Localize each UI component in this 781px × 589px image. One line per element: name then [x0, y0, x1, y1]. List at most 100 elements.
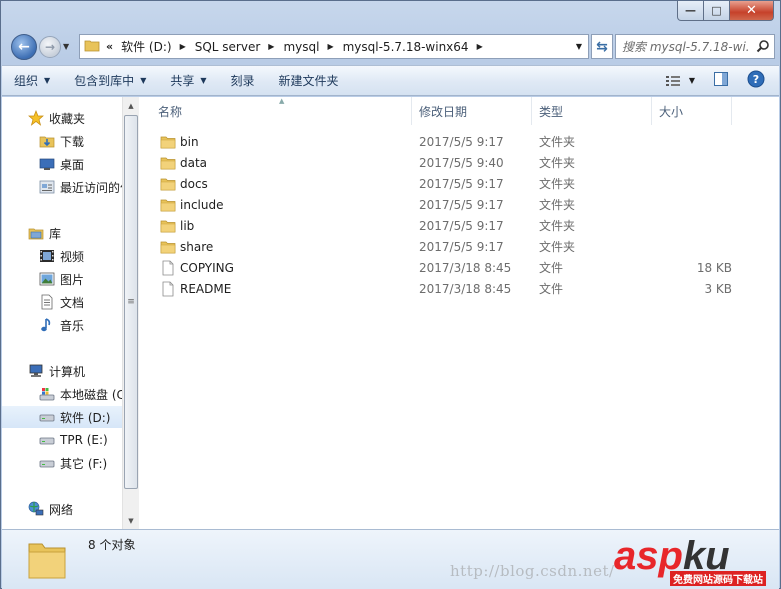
organize-button[interactable]: 组织 ▼: [2, 66, 62, 95]
history-dropdown-icon[interactable]: ▼: [63, 42, 69, 51]
change-view-button[interactable]: ▼: [665, 74, 695, 88]
breadcrumb-drive[interactable]: 软件 (D:) ▶: [121, 35, 195, 58]
maximize-button[interactable]: □: [704, 1, 730, 21]
file-name: data: [180, 155, 208, 170]
nav-recent[interactable]: 最近访问的位置: [2, 176, 122, 198]
nav-label: TPR (E:): [60, 433, 108, 447]
search-box[interactable]: [615, 34, 775, 59]
address-overflow-icon[interactable]: «: [106, 40, 113, 53]
minimize-button[interactable]: —: [677, 1, 704, 21]
new-folder-button[interactable]: 新建文件夹: [267, 66, 351, 95]
nav-videos[interactable]: 视频: [2, 245, 122, 267]
scroll-down-icon[interactable]: ▼: [123, 512, 139, 529]
file-row[interactable]: data 2017/5/5 9:40 文件夹: [144, 152, 779, 173]
organize-label: 组织: [14, 74, 39, 88]
close-button[interactable]: ✕: [730, 1, 774, 21]
file-type: 文件夹: [539, 177, 576, 191]
include-in-library-label: 包含到库中: [74, 74, 135, 88]
file-name-cell[interactable]: docs: [144, 176, 412, 192]
file-row[interactable]: lib 2017/5/5 9:17 文件夹: [144, 215, 779, 236]
search-icon[interactable]: [756, 39, 770, 56]
help-button[interactable]: ?: [747, 70, 765, 91]
file-name-cell[interactable]: README: [144, 281, 412, 297]
share-button[interactable]: 共享 ▼: [158, 66, 218, 95]
scroll-up-icon[interactable]: ▲: [123, 97, 139, 114]
column-header-date[interactable]: 修改日期: [412, 97, 532, 125]
nav-network[interactable]: 网络: [2, 498, 122, 520]
file-name-cell[interactable]: lib: [144, 218, 412, 234]
chevron-right-icon[interactable]: ▶: [327, 42, 333, 51]
new-folder-label: 新建文件夹: [278, 74, 339, 88]
burn-label: 刻录: [230, 74, 255, 88]
item-count: 8 个对象: [88, 538, 136, 552]
chevron-right-icon[interactable]: ▶: [477, 42, 483, 51]
column-header-type[interactable]: 类型: [532, 97, 652, 125]
file-date: 2017/3/18 8:45: [419, 281, 512, 296]
nav-desktop[interactable]: 桌面: [2, 153, 122, 175]
include-in-library-button[interactable]: 包含到库中 ▼: [62, 66, 158, 95]
breadcrumb-sql-server[interactable]: SQL server ▶: [195, 35, 284, 58]
file-row[interactable]: README 2017/3/18 8:45 文件 3 KB: [144, 278, 779, 299]
nav-local-disk-c[interactable]: 本地磁盘 (C:): [2, 383, 122, 405]
nav-label: 软件 (D:): [60, 410, 111, 425]
nav-label: 文档: [60, 295, 85, 310]
nav-drive-e[interactable]: TPR (E:): [2, 429, 122, 451]
nav-favorites[interactable]: 收藏夹: [2, 107, 122, 129]
file-row[interactable]: docs 2017/5/5 9:17 文件夹: [144, 173, 779, 194]
nav-downloads[interactable]: 下载: [2, 130, 122, 152]
burn-button[interactable]: 刻录: [219, 66, 267, 95]
nav-documents[interactable]: 文档: [2, 291, 122, 313]
nav-label: 音乐: [60, 318, 85, 333]
watermark-text: http://blog.csdn.net/: [450, 562, 615, 580]
refresh-icon: ⇆: [596, 38, 608, 55]
navigation-bar: ← → ▼ « 软件 (D:) ▶ SQL server ▶ mysql ▶ mysq…: [9, 32, 775, 60]
chevron-down-icon[interactable]: ▼: [689, 76, 695, 85]
back-arrow-icon: ←: [18, 39, 30, 55]
file-name-cell[interactable]: include: [144, 197, 412, 213]
column-header-size[interactable]: 大小: [652, 97, 732, 125]
file-size: 3 KB: [704, 281, 732, 296]
refresh-button[interactable]: ⇆: [591, 34, 613, 59]
back-button[interactable]: ←: [11, 34, 37, 60]
file-row[interactable]: include 2017/5/5 9:17 文件夹: [144, 194, 779, 215]
chevron-right-icon[interactable]: ▶: [268, 42, 274, 51]
chevron-down-icon: ▼: [140, 76, 147, 85]
file-name-cell[interactable]: share: [144, 239, 412, 255]
file-row[interactable]: COPYING 2017/3/18 8:45 文件 18 KB: [144, 257, 779, 278]
search-input[interactable]: [622, 39, 750, 54]
file-name: README: [180, 281, 232, 296]
breadcrumb-mysql[interactable]: mysql ▶: [283, 35, 342, 58]
details-view-icon: [665, 75, 680, 86]
file-name: share: [180, 239, 214, 254]
nav-label: 本地磁盘 (C:): [60, 387, 122, 402]
file-name: docs: [180, 176, 208, 191]
navigation-scrollbar[interactable]: ▲ ≡ ▼: [122, 97, 139, 529]
file-name-cell[interactable]: data: [144, 155, 412, 171]
chevron-right-icon[interactable]: ▶: [180, 42, 186, 51]
column-header-name[interactable]: 名称 ▲: [144, 97, 412, 125]
file-row[interactable]: bin 2017/5/5 9:17 文件夹: [144, 131, 779, 152]
content-area: 收藏夹 下载 桌面 最近访问的位置 库 视频: [2, 97, 779, 529]
nav-label: 桌面: [60, 157, 85, 172]
nav-drive-f[interactable]: 其它 (F:): [2, 452, 122, 474]
pane-splitter[interactable]: [139, 97, 143, 529]
nav-label: 最近访问的位置: [60, 180, 122, 195]
nav-computer[interactable]: 计算机: [2, 360, 122, 382]
preview-pane-button[interactable]: [713, 71, 729, 90]
sort-ascending-icon: ▲: [279, 97, 285, 105]
toolbar-right-group: ▼ ?: [665, 66, 765, 95]
forward-arrow-icon: →: [44, 40, 56, 54]
column-label: 名称: [158, 104, 183, 119]
forward-button[interactable]: →: [39, 36, 61, 58]
scrollbar-thumb[interactable]: ≡: [124, 115, 138, 489]
address-bar[interactable]: « 软件 (D:) ▶ SQL server ▶ mysql ▶ mysql-5.7.…: [79, 34, 589, 59]
nav-music[interactable]: 音乐: [2, 314, 122, 336]
address-dropdown-icon[interactable]: ▼: [576, 42, 582, 51]
file-name-cell[interactable]: bin: [144, 134, 412, 150]
breadcrumb-mysql-version[interactable]: mysql-5.7.18-winx64 ▶: [343, 35, 492, 58]
nav-pictures[interactable]: 图片: [2, 268, 122, 290]
file-row[interactable]: share 2017/5/5 9:17 文件夹: [144, 236, 779, 257]
file-name-cell[interactable]: COPYING: [144, 260, 412, 276]
nav-libraries[interactable]: 库: [2, 222, 122, 244]
nav-drive-d[interactable]: 软件 (D:): [2, 406, 122, 428]
